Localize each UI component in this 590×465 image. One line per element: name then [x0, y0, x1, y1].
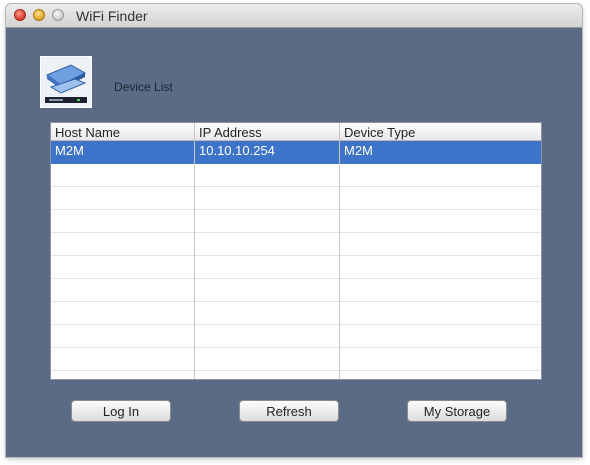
table-header: Host Name IP Address Device Type — [51, 123, 541, 141]
app-window: WiFi Finder Device List Host Name IP Add… — [6, 4, 582, 457]
empty-table-row[interactable] — [51, 210, 541, 233]
table-row[interactable]: M2M 10.10.10.254 M2M — [51, 141, 541, 164]
window-title: WiFi Finder — [76, 8, 148, 24]
column-divider — [194, 123, 195, 379]
device-table[interactable]: Host Name IP Address Device Type M2M 10.… — [50, 122, 542, 380]
refresh-button[interactable]: Refresh — [239, 400, 339, 422]
network-device-icon — [40, 56, 92, 108]
close-window-icon[interactable] — [14, 9, 26, 21]
host-name-cell: M2M — [55, 143, 84, 158]
empty-table-row[interactable] — [51, 348, 541, 371]
my-storage-button[interactable]: My Storage — [407, 400, 507, 422]
empty-table-row[interactable] — [51, 302, 541, 325]
empty-table-row[interactable] — [51, 164, 541, 187]
zoom-window-icon[interactable] — [52, 9, 64, 21]
log-in-button[interactable]: Log In — [71, 400, 171, 422]
empty-table-row[interactable] — [51, 233, 541, 256]
column-header-device-type[interactable]: Device Type — [344, 125, 415, 140]
empty-table-row[interactable] — [51, 325, 541, 348]
empty-table-row[interactable] — [51, 256, 541, 279]
column-header-host-name[interactable]: Host Name — [55, 125, 120, 140]
ip-address-cell: 10.10.10.254 — [199, 143, 275, 158]
device-list-label: Device List — [114, 80, 173, 94]
device-type-cell: M2M — [344, 143, 373, 158]
title-bar[interactable]: WiFi Finder — [6, 4, 582, 28]
main-panel: Device List Host Name IP Address Device … — [6, 28, 582, 457]
column-divider — [339, 123, 340, 379]
column-header-ip-address[interactable]: IP Address — [199, 125, 262, 140]
minimize-window-icon[interactable] — [33, 9, 45, 21]
empty-table-row[interactable] — [51, 279, 541, 302]
empty-table-row[interactable] — [51, 187, 541, 210]
